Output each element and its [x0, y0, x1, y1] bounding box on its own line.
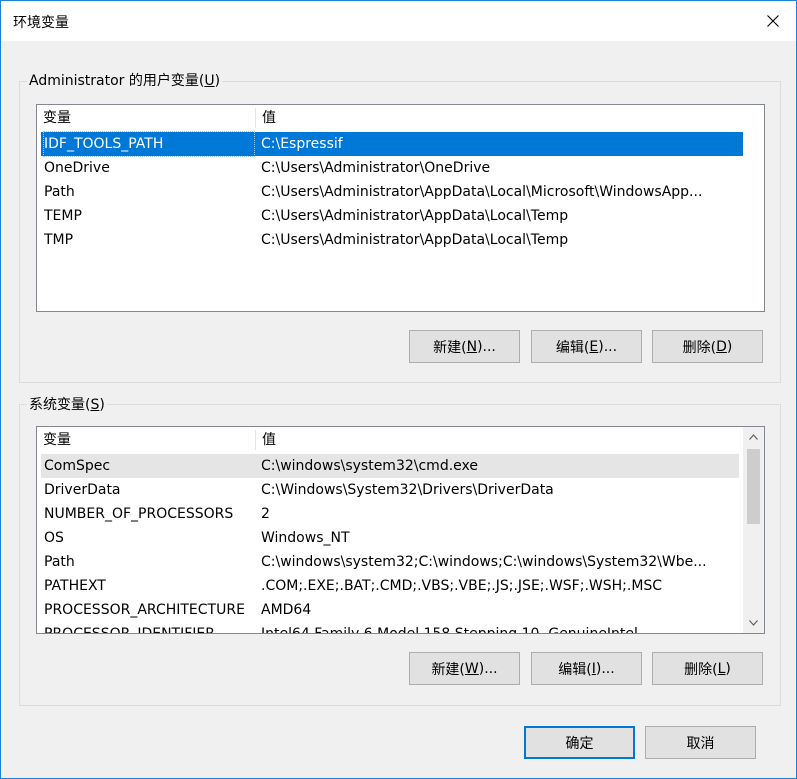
user-variables-label: Administrator 的用户变量(U): [27, 72, 223, 90]
close-button[interactable]: [750, 1, 796, 41]
cancel-button[interactable]: 取消: [645, 726, 756, 759]
variable-name-cell: DriverData: [44, 482, 121, 498]
user-variables-list[interactable]: 变量 值 IDF_TOOLS_PATH C:\Espressif OneDrive C…: [36, 104, 765, 312]
variable-value-cell: Intel64 Family 6 Model 158 Stepping 10, …: [261, 626, 638, 634]
scroll-up-arrow-icon[interactable]: [743, 427, 764, 447]
variable-name-cell: ComSpec: [44, 458, 111, 474]
variable-value-cell: C:\Users\Administrator\AppData\Local\Tem…: [261, 208, 569, 224]
variable-name-cell: TEMP: [44, 208, 82, 224]
variable-value-cell: C:\windows\system32;C:\windows;C:\window…: [261, 554, 707, 570]
user-new-button[interactable]: 新建(N)...: [409, 330, 520, 363]
variable-value-cell: Windows_NT: [261, 530, 350, 546]
table-row[interactable]: OneDrive C:\Users\Administrator\OneDrive: [41, 156, 743, 180]
vertical-scrollbar[interactable]: [743, 427, 764, 633]
table-row[interactable]: IDF_TOOLS_PATH C:\Espressif: [41, 131, 743, 157]
variable-name-cell: Path: [44, 554, 75, 570]
scrollbar-thumb[interactable]: [747, 449, 760, 524]
variable-name-cell: OS: [44, 530, 64, 546]
variable-name-cell: TMP: [44, 232, 74, 248]
variable-value-cell: C:\Users\Administrator\AppData\Local\Mic…: [261, 184, 703, 200]
window-title: 环境变量: [13, 15, 69, 31]
column-header-value[interactable]: 值: [256, 427, 556, 453]
title-bar[interactable]: 环境变量: [1, 1, 796, 41]
close-icon: [767, 15, 779, 27]
variable-name-cell: PROCESSOR_ARCHITECTURE: [44, 602, 245, 618]
environment-variables-dialog: 环境变量 Administrator 的用户变量(U) 变量 值 IDF_TOO…: [0, 0, 797, 779]
system-edit-button[interactable]: 编辑(I)...: [531, 652, 642, 685]
user-list-header: 变量 值: [37, 105, 764, 131]
ok-button[interactable]: 确定: [524, 726, 635, 759]
system-list-header: 变量 值: [37, 427, 743, 453]
table-row[interactable]: ComSpec C:\windows\system32\cmd.exe: [41, 454, 739, 478]
variable-value-cell: C:\windows\system32\cmd.exe: [261, 458, 478, 474]
variable-name-cell: IDF_TOOLS_PATH: [43, 131, 255, 157]
table-row[interactable]: Path C:\windows\system32;C:\windows;C:\wi…: [41, 550, 739, 574]
variable-value-cell: C:\Espressif: [261, 136, 343, 152]
variable-name-cell: NUMBER_OF_PROCESSORS: [44, 506, 234, 522]
user-edit-button[interactable]: 编辑(E)...: [531, 330, 642, 363]
table-row[interactable]: OS Windows_NT: [41, 526, 739, 550]
variable-name-cell: PATHEXT: [44, 578, 106, 594]
table-row[interactable]: Path C:\Users\Administrator\AppData\Local…: [41, 180, 743, 204]
system-new-button[interactable]: 新建(W)...: [409, 652, 520, 685]
scroll-down-arrow-icon[interactable]: [743, 613, 764, 633]
table-row[interactable]: NUMBER_OF_PROCESSORS 2: [41, 502, 739, 526]
variable-value-cell: 2: [261, 506, 270, 522]
variable-name-cell: OneDrive: [44, 160, 110, 176]
column-header-variable[interactable]: 变量: [37, 105, 255, 131]
variable-value-cell: C:\Users\Administrator\OneDrive: [261, 160, 491, 176]
table-row[interactable]: PROCESSOR_ARCHITECTURE AMD64: [41, 598, 739, 622]
variable-value-cell: .COM;.EXE;.BAT;.CMD;.VBS;.VBE;.JS;.JSE;.…: [261, 578, 663, 594]
table-row[interactable]: DriverData C:\Windows\System32\Drivers\Dr…: [41, 478, 739, 502]
table-row[interactable]: TEMP C:\Users\Administrator\AppData\Local…: [41, 204, 743, 228]
table-row[interactable]: PROCESSOR_IDENTIFIER Intel64 Family 6 Mod…: [41, 622, 739, 634]
variable-value-cell: C:\Users\Administrator\AppData\Local\Tem…: [261, 232, 569, 248]
system-delete-button[interactable]: 删除(L): [652, 652, 763, 685]
table-row[interactable]: TMP C:\Users\Administrator\AppData\Local\…: [41, 228, 743, 252]
system-variables-label: 系统变量(S): [27, 396, 107, 414]
variable-value-cell: AMD64: [261, 602, 312, 618]
user-delete-button[interactable]: 删除(D): [652, 330, 763, 363]
variable-value-cell: C:\Windows\System32\Drivers\DriverData: [261, 482, 554, 498]
system-variables-list[interactable]: 变量 值 ComSpec C:\windows\system32\cmd.exe D…: [36, 426, 765, 634]
variable-name-cell: Path: [44, 184, 75, 200]
variable-name-cell: PROCESSOR_IDENTIFIER: [44, 626, 215, 634]
table-row[interactable]: PATHEXT .COM;.EXE;.BAT;.CMD;.VBS;.VBE;.JS…: [41, 574, 739, 598]
column-header-value[interactable]: 值: [256, 105, 556, 131]
column-header-variable[interactable]: 变量: [37, 427, 255, 453]
